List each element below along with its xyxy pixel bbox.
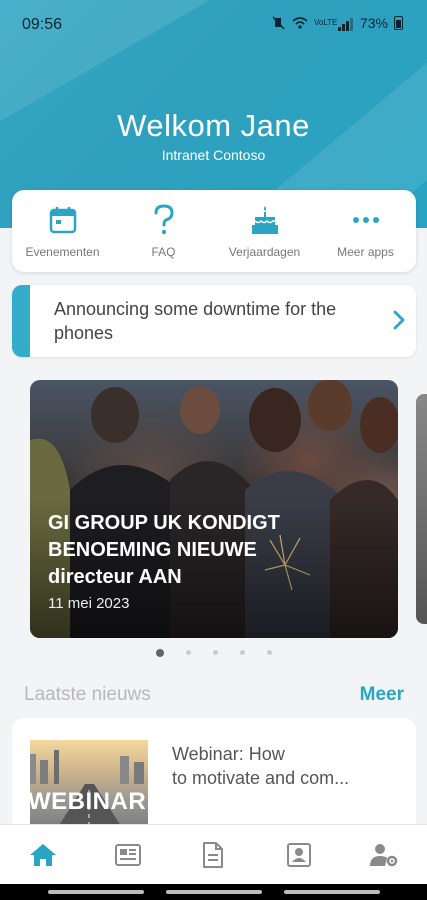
home-icon (29, 843, 56, 866)
slide-title: GI GROUP UK KONDIGT BENOEMING NIEUWE dir… (48, 512, 280, 588)
quick-link-meer-apps[interactable]: Meer apps (316, 203, 416, 259)
quick-link-label: FAQ (151, 245, 176, 259)
status-time: 09:56 (22, 16, 63, 33)
intranet-subtitle: Intranet Contoso (161, 147, 266, 163)
announcement-banner[interactable]: Announcing some downtime for the phones (12, 285, 416, 357)
document-icon (203, 841, 224, 868)
news-title: Webinar: How to motivate and com... (172, 744, 350, 788)
news-carousel[interactable]: GI GROUP UK KONDIGT BENOEMING NIEUWE dir… (0, 380, 427, 640)
network-type: VoLTE (313, 18, 338, 27)
nav-documents[interactable] (188, 833, 238, 877)
thumbnail-text: WEBINAR (30, 788, 147, 815)
system-gesture-pill[interactable] (166, 890, 262, 894)
next-slide-peek[interactable] (416, 394, 427, 624)
pagination-dot[interactable] (239, 650, 245, 655)
quick-links-card: Evenementen FAQ Verjaardagen Meer apps (12, 190, 416, 272)
welcome-title: Welkom Jane (117, 108, 310, 143)
pagination-dot[interactable] (155, 648, 164, 657)
latest-news-label: Laatste nieuws (24, 684, 151, 705)
signal-icon (337, 15, 354, 31)
calendar-icon (49, 207, 76, 234)
pagination-dot[interactable] (185, 650, 191, 655)
system-gesture-pill[interactable] (284, 890, 380, 894)
user-settings-icon (370, 843, 398, 866)
wifi-icon (292, 17, 308, 29)
nav-profile-settings[interactable] (359, 833, 409, 877)
contact-card-icon (286, 842, 311, 867)
news-item[interactable]: WEBINAR Webinar: How to motivate and com… (12, 718, 416, 838)
latest-news-header: Laatste nieuws Meer (24, 684, 404, 706)
quick-link-label: Meer apps (337, 245, 394, 259)
nav-contacts[interactable] (274, 833, 324, 877)
nav-news[interactable] (103, 833, 153, 877)
more-news-link[interactable]: Meer (360, 684, 404, 706)
carousel-slide[interactable]: GI GROUP UK KONDIGT BENOEMING NIEUWE dir… (30, 380, 398, 638)
birthday-cake-icon (251, 206, 278, 234)
pagination-dot[interactable] (266, 650, 272, 655)
pagination-dot[interactable] (212, 650, 218, 655)
question-icon (154, 204, 174, 235)
announcement-accent (12, 285, 30, 357)
quick-link-verjaardagen[interactable]: Verjaardagen (215, 203, 315, 259)
news-icon (115, 843, 142, 866)
system-navigation-bar (0, 884, 427, 900)
announcement-text: Announcing some downtime for the phones (54, 299, 337, 343)
quick-link-label: Evenementen (25, 245, 100, 259)
slide-date: 11 mei 2023 (48, 595, 130, 612)
battery-percent: 73% (359, 15, 388, 31)
more-dots-icon (352, 217, 379, 223)
chevron-right-icon (393, 310, 405, 330)
status-bar: 09:56 VoLTE 73% (0, 0, 427, 50)
system-gesture-pill[interactable] (48, 890, 144, 894)
status-icons: VoLTE 73% (272, 15, 403, 31)
quick-link-label: Verjaardagen (228, 245, 301, 259)
quick-link-faq[interactable]: FAQ (114, 203, 214, 259)
battery-icon (394, 16, 403, 30)
nav-home[interactable] (18, 833, 68, 877)
bottom-navigation (0, 824, 427, 884)
quick-link-evenementen[interactable]: Evenementen (13, 203, 113, 259)
mute-icon (272, 16, 285, 30)
carousel-pagination (0, 648, 427, 657)
